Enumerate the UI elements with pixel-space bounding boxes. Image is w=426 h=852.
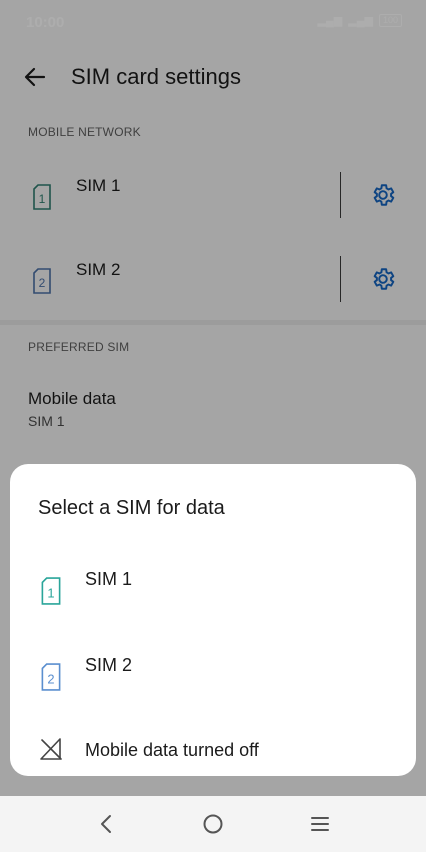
- nav-back-button[interactable]: [92, 812, 120, 836]
- navigation-bar: [0, 796, 426, 852]
- dialog-option-sim2-label: SIM 2: [85, 655, 133, 675]
- dialog-title: Select a SIM for data: [38, 497, 225, 519]
- mobile-data-off-icon: [40, 738, 62, 760]
- sim2-icon: 2: [41, 663, 61, 691]
- select-sim-dialog: Select a SIM for data 1 SIM 1 2 SIM 2 Mo…: [10, 464, 416, 776]
- dialog-option-data-off-label: Mobile data turned off: [85, 740, 259, 760]
- nav-back-icon: [101, 815, 111, 833]
- dialog-option-sim1[interactable]: 1 SIM 1: [10, 565, 416, 625]
- dialog-sim2-icon-number: 2: [47, 671, 54, 686]
- sim1-icon: 1: [41, 577, 61, 605]
- dialog-option-sim1-label: SIM 1: [85, 569, 133, 589]
- nav-home-icon: [203, 814, 223, 834]
- dialog-option-sim2[interactable]: 2 SIM 2: [10, 651, 416, 711]
- nav-home-button[interactable]: [199, 812, 227, 836]
- nav-menu-icon: [311, 817, 329, 831]
- nav-menu-button[interactable]: [306, 812, 334, 836]
- dialog-option-data-off[interactable]: Mobile data turned off: [10, 736, 416, 796]
- dialog-sim1-icon-number: 1: [47, 585, 54, 600]
